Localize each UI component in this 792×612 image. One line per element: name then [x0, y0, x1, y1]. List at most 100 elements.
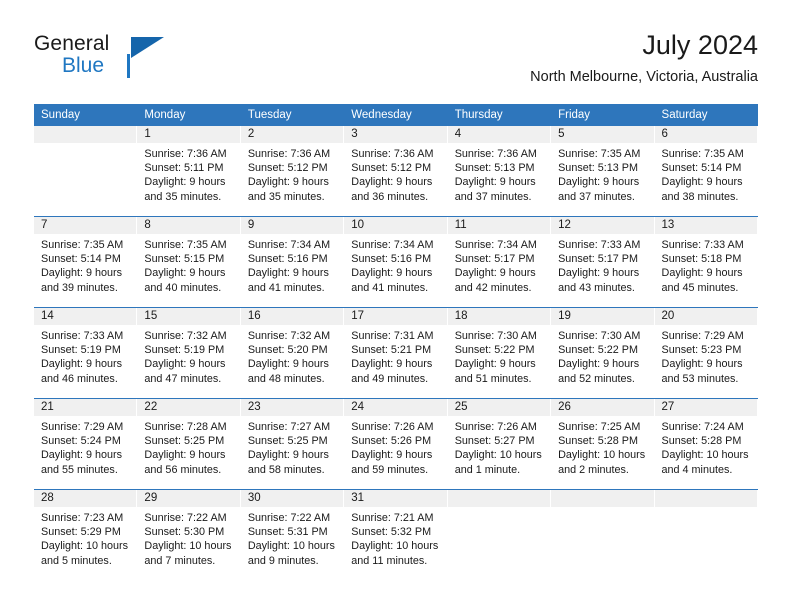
day-number: 10: [344, 217, 448, 234]
day-cell-inner: 13 Sunrise: 7:33 AM Sunset: 5:18 PM Dayligh…: [654, 217, 758, 307]
day-number: 21: [34, 399, 138, 416]
sunrise-time: Sunrise: 7:34 AM: [247, 239, 331, 251]
calendar-day-cell[interactable]: 29 Sunrise: 7:22 AM Sunset: 5:30 PM Dayligh…: [137, 489, 241, 580]
daylight-duration-line1: Daylight: 9 hours: [351, 267, 433, 280]
calendar-day-cell[interactable]: 4 Sunrise: 7:36 AM Sunset: 5:13 PM Daylight…: [447, 126, 552, 217]
day-cell-inner: 12 Sunrise: 7:33 AM Sunset: 5:17 PM Dayligh…: [551, 217, 655, 307]
sunset-time: Sunset: 5:21 PM: [351, 344, 432, 357]
day-cell-inner: 11 Sunrise: 7:34 AM Sunset: 5:17 PM Dayligh…: [447, 217, 552, 307]
day-number: 16: [240, 308, 345, 325]
day-number: 23: [240, 399, 345, 416]
day-details: Sunrise: 7:26 AM Sunset: 5:27 PM Daylight:…: [448, 416, 551, 477]
sunset-time: Sunset: 5:17 PM: [454, 253, 535, 266]
daylight-duration-line2: and 42 minutes.: [454, 281, 532, 294]
calendar-day-cell[interactable]: 27 Sunrise: 7:24 AM Sunset: 5:28 PM Dayligh…: [654, 398, 758, 490]
calendar-day-cell[interactable]: 22 Sunrise: 7:28 AM Sunset: 5:25 PM Dayligh…: [137, 398, 241, 490]
sunset-time: Sunset: 5:23 PM: [661, 344, 742, 357]
general-blue-triangle-logo-icon: [131, 37, 164, 58]
calendar-day-cell[interactable]: 6 Sunrise: 7:35 AM Sunset: 5:14 PM Daylight…: [654, 126, 758, 217]
daylight-duration-line1: Daylight: 9 hours: [247, 449, 329, 462]
calendar-day-cell[interactable]: 16 Sunrise: 7:32 AM Sunset: 5:20 PM Dayligh…: [240, 307, 345, 399]
sunrise-time: Sunrise: 7:24 AM: [661, 421, 744, 433]
daylight-duration-line2: and 41 minutes.: [351, 281, 429, 294]
day-number: 5: [551, 126, 655, 143]
calendar-day-cell[interactable]: 21 Sunrise: 7:29 AM Sunset: 5:24 PM Dayligh…: [34, 398, 138, 490]
sunset-time: Sunset: 5:22 PM: [454, 344, 535, 357]
daylight-duration-line1: Daylight: 9 hours: [454, 176, 536, 189]
calendar-day-cell[interactable]: 24 Sunrise: 7:26 AM Sunset: 5:26 PM Dayligh…: [344, 398, 448, 490]
day-details: Sunrise: 7:31 AM Sunset: 5:21 PM Daylight:…: [344, 325, 447, 386]
daylight-duration-line2: and 36 minutes.: [351, 190, 429, 203]
calendar-day-cell[interactable]: 1 Sunrise: 7:36 AM Sunset: 5:11 PM Daylight…: [137, 126, 241, 217]
sunset-time: Sunset: 5:27 PM: [454, 435, 535, 448]
daylight-duration-line1: Daylight: 10 hours: [454, 449, 542, 462]
sunset-time: Sunset: 5:19 PM: [144, 344, 225, 357]
weekday-header-thursday: Thursday: [447, 104, 552, 126]
daylight-duration-line1: Daylight: 9 hours: [247, 358, 329, 371]
daylight-duration-line2: and 45 minutes.: [661, 281, 739, 294]
day-cell-inner: 8 Sunrise: 7:35 AM Sunset: 5:15 PM Daylight…: [137, 217, 241, 307]
day-number: 3: [344, 126, 448, 143]
day-details: Sunrise: 7:29 AM Sunset: 5:23 PM Daylight:…: [655, 325, 758, 386]
location-subtitle: North Melbourne, Victoria, Australia: [530, 69, 758, 85]
sunset-time: Sunset: 5:16 PM: [247, 253, 328, 266]
calendar-day-cell[interactable]: 3 Sunrise: 7:36 AM Sunset: 5:12 PM Daylight…: [344, 126, 448, 217]
weekday-header-friday: Friday: [551, 104, 655, 126]
daylight-duration-line2: and 4 minutes.: [661, 463, 733, 476]
day-details: Sunrise: 7:36 AM Sunset: 5:13 PM Daylight:…: [448, 143, 551, 204]
day-details: Sunrise: 7:22 AM Sunset: 5:30 PM Daylight:…: [137, 507, 240, 568]
calendar-week-row: 7 Sunrise: 7:35 AM Sunset: 5:14 PM Daylight…: [34, 216, 758, 308]
calendar-day-cell[interactable]: 19 Sunrise: 7:30 AM Sunset: 5:22 PM Dayligh…: [551, 307, 655, 399]
daylight-duration-line2: and 5 minutes.: [41, 554, 112, 567]
day-details: Sunrise: 7:29 AM Sunset: 5:24 PM Daylight:…: [34, 416, 137, 477]
calendar-day-cell[interactable]: 18 Sunrise: 7:30 AM Sunset: 5:22 PM Dayligh…: [447, 307, 552, 399]
calendar-day-cell[interactable]: 14 Sunrise: 7:33 AM Sunset: 5:19 PM Dayligh…: [34, 307, 138, 399]
day-cell-inner: [654, 490, 758, 580]
daylight-duration-line2: and 46 minutes.: [41, 372, 118, 385]
calendar-day-cell[interactable]: 9 Sunrise: 7:34 AM Sunset: 5:16 PM Daylight…: [240, 216, 345, 308]
calendar-week-row: 14 Sunrise: 7:33 AM Sunset: 5:19 PM Dayligh…: [34, 307, 758, 399]
calendar-day-cell[interactable]: 17 Sunrise: 7:31 AM Sunset: 5:21 PM Dayligh…: [344, 307, 448, 399]
weekday-header-saturday: Saturday: [654, 104, 758, 126]
calendar-day-cell[interactable]: 31 Sunrise: 7:21 AM Sunset: 5:32 PM Dayligh…: [344, 489, 448, 580]
calendar-day-cell[interactable]: 2 Sunrise: 7:36 AM Sunset: 5:12 PM Daylight…: [240, 126, 345, 217]
day-number: 19: [551, 308, 655, 325]
calendar-day-cell[interactable]: 25 Sunrise: 7:26 AM Sunset: 5:27 PM Dayligh…: [447, 398, 552, 490]
calendar-day-cell[interactable]: 12 Sunrise: 7:33 AM Sunset: 5:17 PM Dayligh…: [551, 216, 655, 308]
calendar-page: General Blue July 2024 North Melbourne, …: [0, 0, 792, 612]
calendar-day-cell[interactable]: 26 Sunrise: 7:25 AM Sunset: 5:28 PM Dayligh…: [551, 398, 655, 490]
calendar-day-cell[interactable]: 13 Sunrise: 7:33 AM Sunset: 5:18 PM Dayligh…: [654, 216, 758, 308]
calendar-day-cell[interactable]: 23 Sunrise: 7:27 AM Sunset: 5:25 PM Dayligh…: [240, 398, 345, 490]
sunrise-time: Sunrise: 7:35 AM: [41, 239, 124, 251]
calendar-day-cell[interactable]: 15 Sunrise: 7:32 AM Sunset: 5:19 PM Dayligh…: [137, 307, 241, 399]
sunset-time: Sunset: 5:24 PM: [41, 435, 121, 448]
daylight-duration-line1: Daylight: 9 hours: [558, 267, 640, 280]
daylight-duration-line1: Daylight: 10 hours: [661, 449, 749, 462]
daylight-duration-line2: and 11 minutes.: [351, 554, 428, 567]
daylight-duration-line2: and 55 minutes.: [41, 463, 118, 476]
sunset-time: Sunset: 5:17 PM: [558, 253, 638, 266]
calendar-day-cell[interactable]: 7 Sunrise: 7:35 AM Sunset: 5:14 PM Daylight…: [34, 216, 138, 308]
daylight-duration-line2: and 43 minutes.: [558, 281, 635, 294]
brand-logo[interactable]: General Blue: [34, 32, 254, 92]
sunrise-time: Sunrise: 7:35 AM: [661, 148, 744, 160]
calendar-day-cell[interactable]: 30 Sunrise: 7:22 AM Sunset: 5:31 PM Dayligh…: [240, 489, 345, 580]
calendar-day-cell[interactable]: 28 Sunrise: 7:23 AM Sunset: 5:29 PM Dayligh…: [34, 489, 138, 580]
sunset-time: Sunset: 5:20 PM: [247, 344, 328, 357]
calendar-day-cell[interactable]: 20 Sunrise: 7:29 AM Sunset: 5:23 PM Dayligh…: [654, 307, 758, 399]
day-cell-inner: 4 Sunrise: 7:36 AM Sunset: 5:13 PM Daylight…: [447, 126, 552, 216]
daylight-duration-line1: Daylight: 9 hours: [351, 358, 433, 371]
day-number: 31: [344, 490, 448, 507]
page-header: General Blue July 2024 North Melbourne, …: [34, 28, 758, 98]
day-number: 13: [654, 217, 758, 234]
sunset-time: Sunset: 5:19 PM: [41, 344, 121, 357]
calendar-day-cell[interactable]: 11 Sunrise: 7:34 AM Sunset: 5:17 PM Dayligh…: [447, 216, 552, 308]
day-number: 14: [34, 308, 138, 325]
calendar-day-cell[interactable]: 10 Sunrise: 7:34 AM Sunset: 5:16 PM Dayligh…: [344, 216, 448, 308]
daylight-duration-line2: and 47 minutes.: [144, 372, 222, 385]
page-title: July 2024: [642, 30, 758, 60]
calendar-day-cell[interactable]: 8 Sunrise: 7:35 AM Sunset: 5:15 PM Daylight…: [137, 216, 241, 308]
sunset-time: Sunset: 5:12 PM: [247, 162, 328, 175]
sunset-time: Sunset: 5:11 PM: [144, 162, 224, 175]
calendar-day-cell[interactable]: 5 Sunrise: 7:35 AM Sunset: 5:13 PM Daylight…: [551, 126, 655, 217]
